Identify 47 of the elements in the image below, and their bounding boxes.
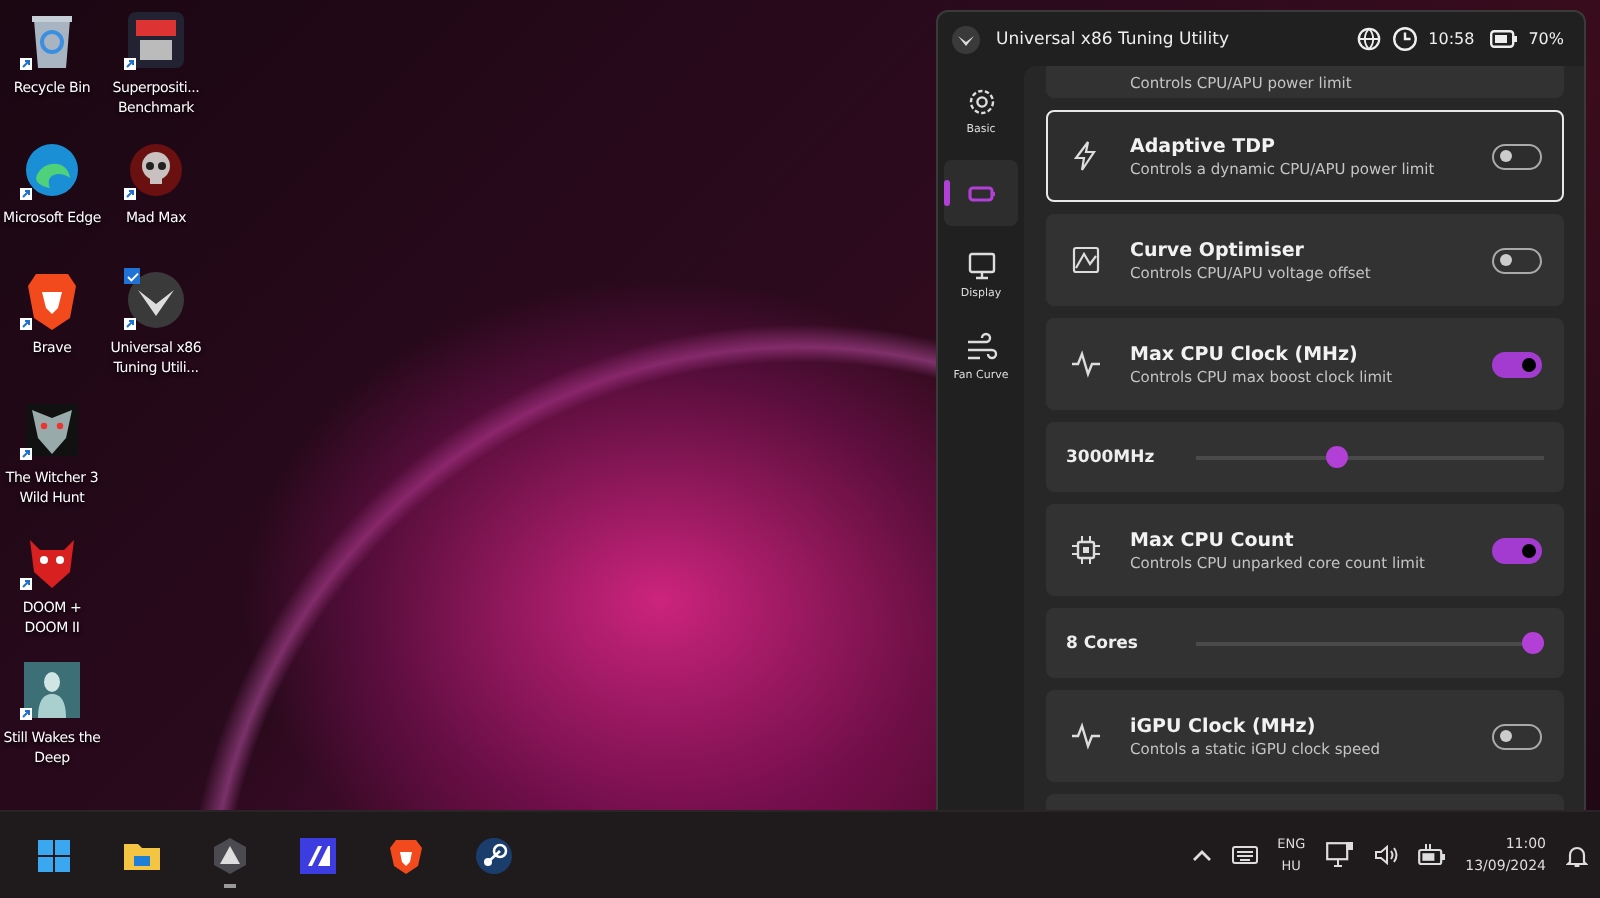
chevron-logo-icon (124, 268, 188, 332)
toggle-switch[interactable] (1492, 723, 1542, 749)
lion-icon (386, 835, 426, 875)
toggle-switch[interactable] (1492, 351, 1542, 377)
battery-icon (1490, 30, 1519, 48)
nav-item[interactable] (944, 160, 1018, 226)
steam-icon (474, 835, 514, 875)
chip-icon (1070, 534, 1102, 566)
toggle-switch[interactable] (1492, 143, 1542, 169)
toggle-switch[interactable] (1492, 537, 1542, 563)
time-text: 10:58 (1428, 30, 1475, 48)
clock-icon (1392, 26, 1419, 52)
logo-icon (952, 25, 980, 53)
slider-thumb[interactable] (1522, 632, 1544, 654)
figure-icon (20, 658, 84, 722)
slider-value: 8 Cores (1066, 633, 1140, 653)
checkbox[interactable] (124, 268, 140, 284)
setting-title: iGPU Clock (MHz) (1130, 715, 1318, 737)
skull-icon (124, 138, 188, 202)
setting-title: Curve Optimiser (1130, 239, 1306, 261)
speaker-icon[interactable] (1373, 844, 1398, 866)
wolf-icon (20, 398, 84, 462)
swirl-icon (20, 138, 84, 202)
window-title: Universal x86 Tuning Utility (996, 29, 1229, 49)
pulse-icon (1070, 720, 1102, 752)
slider-value: 3000MHz (1066, 447, 1157, 467)
globe-icon (1356, 26, 1383, 52)
setting-title: Max CPU Clock (MHz) (1130, 343, 1360, 365)
pulse-icon (1070, 348, 1102, 380)
chevron-up-icon[interactable] (1191, 848, 1212, 862)
keyboard-icon[interactable] (1231, 846, 1258, 864)
battery-icon[interactable] (1417, 844, 1446, 866)
monitor-icon (965, 250, 997, 282)
windows-logo-icon (34, 835, 74, 875)
bolt-icon (1070, 140, 1102, 172)
monitor-icon[interactable] (1325, 842, 1354, 868)
gear-icon (965, 86, 997, 118)
bell-icon[interactable] (1566, 843, 1588, 867)
curve-icon (1070, 244, 1102, 276)
hexagon-icon (210, 835, 250, 875)
battery-percent: 70% (1528, 30, 1564, 48)
slanted-bars-icon (298, 835, 338, 875)
slider-thumb[interactable] (1326, 446, 1349, 468)
setting-title: Max CPU Count (1130, 529, 1296, 551)
fan-wind-icon (965, 332, 997, 364)
toggle-switch[interactable] (1492, 247, 1542, 273)
setting-title: Adaptive TDP (1130, 135, 1277, 157)
